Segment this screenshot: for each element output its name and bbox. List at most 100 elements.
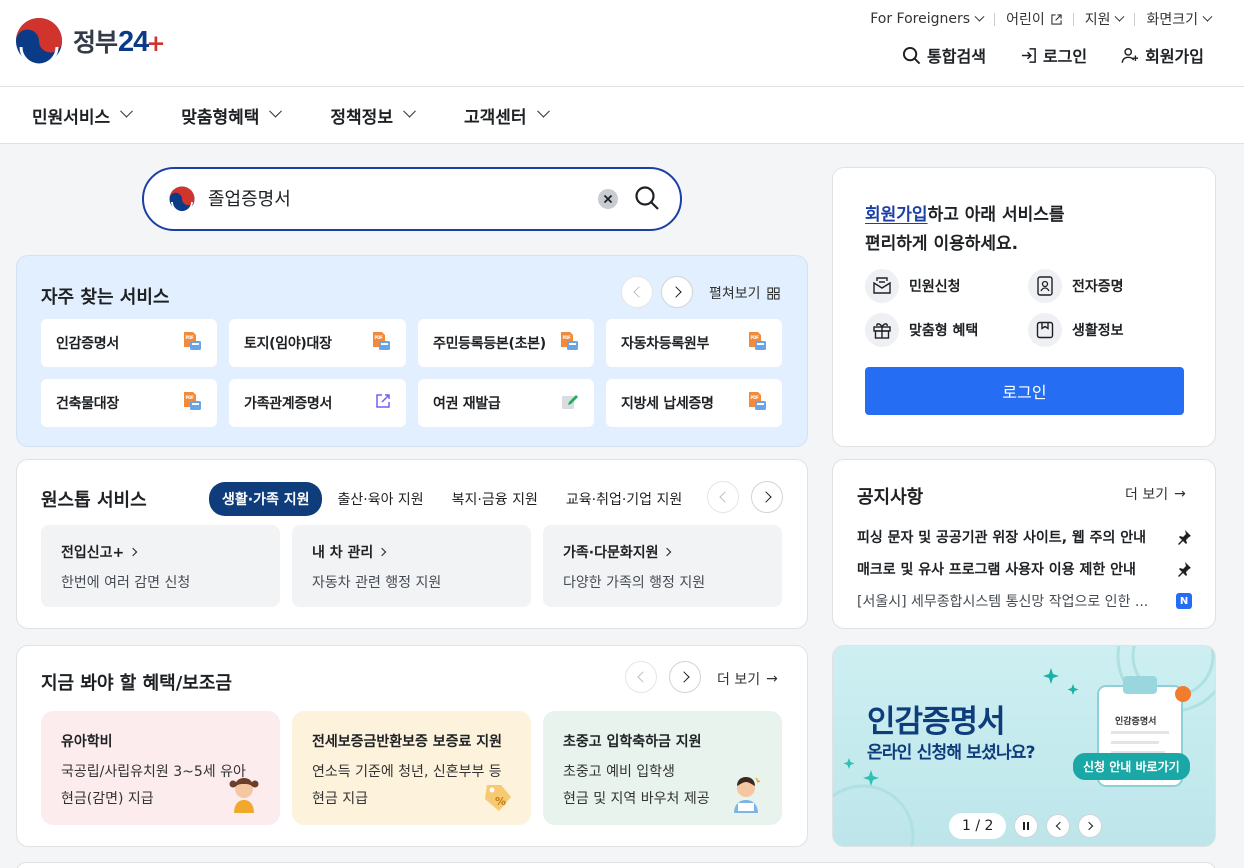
document-print-icon: PDF <box>182 331 202 355</box>
next-button[interactable] <box>669 661 701 693</box>
svg-text:PDF: PDF <box>751 395 760 400</box>
integrated-search-button[interactable]: 통합검색 <box>902 43 986 67</box>
one-stop-tabs: 생활·가족 지원 출산·육아 지원 복지·금융 지원 교육·취업·기업 지원 <box>209 482 695 516</box>
login-link[interactable]: 로그인 <box>1020 43 1087 67</box>
signup-link[interactable]: 회원가입 <box>865 205 928 225</box>
site-logo[interactable]: 정부 24 + <box>15 17 166 65</box>
quick-civil-application[interactable]: 민원신청 <box>865 269 1028 303</box>
banner-cta-button[interactable]: 신청 안내 바로가기 <box>1073 753 1190 780</box>
discount-tag-icon: % <box>485 785 511 811</box>
document-print-icon: PDF <box>747 391 767 415</box>
tab-life-family[interactable]: 생활·가족 지원 <box>209 482 323 516</box>
taegeuk-emblem-icon <box>16 18 62 65</box>
bookmark-icon <box>1036 321 1054 339</box>
chevron-down-icon <box>536 104 550 118</box>
notice-item[interactable]: [서울시] 세무종합시스템 통신망 작업으로 인한 ... N <box>857 585 1192 617</box>
login-button[interactable]: 로그인 <box>865 367 1184 415</box>
section-title: 원스톱 서비스 <box>41 490 147 511</box>
benefit-card[interactable]: 전세보증금반환보증 보증료 지원 연소득 기준에 청년, 신혼부부 등 현금 지급… <box>292 711 531 825</box>
prev-button[interactable] <box>707 481 739 513</box>
svg-text:PDF: PDF <box>563 335 572 340</box>
service-card[interactable]: 자동차등록원부 PDF <box>606 319 782 367</box>
card-title: 가족·다문화지원 <box>563 545 659 561</box>
nav-policy-info[interactable]: 정책정보 <box>330 103 416 128</box>
taegeuk-emblem-icon <box>169 186 195 212</box>
next-button[interactable] <box>661 276 693 308</box>
service-card[interactable]: 지방세 납세증명 PDF <box>606 379 782 427</box>
one-stop-panel: 원스톱 서비스 생활·가족 지원 출산·육아 지원 복지·금융 지원 교육·취업… <box>16 459 808 629</box>
tab-education-employment[interactable]: 교육·취업·기업 지원 <box>553 482 695 516</box>
banner-subtitle: 온라인 신청해 보셨나요? <box>867 743 1036 763</box>
benefit-card[interactable]: 초중고 입학축하금 지원 초중고 예비 입학생 현금 및 지역 바우처 제공 <box>543 711 782 825</box>
more-link[interactable]: 더 보기 → <box>1125 484 1186 504</box>
chevron-down-icon <box>1202 11 1213 22</box>
notice-item[interactable]: 피싱 문자 및 공공기관 위장 사이트, 웹 주의 안내 <box>857 521 1192 553</box>
utility-menu: For Foreigners 어린이 지원 화면크기 <box>859 9 1213 29</box>
chevron-right-icon <box>1084 821 1094 831</box>
benefit-card[interactable]: 유아학비 국공립/사립유치원 3~5세 유아 현금(감면) 지급 <box>41 711 280 825</box>
quick-custom-benefits[interactable]: 맞춤형 혜택 <box>865 313 1028 347</box>
chevron-down-icon <box>269 104 283 118</box>
search-icon <box>902 46 921 64</box>
login-panel: 회원가입하고 아래 서비스를 편리하게 이용하세요. 민원신청 전자증명 맞춤형… <box>832 167 1216 447</box>
quick-life-info[interactable]: 생활정보 <box>1028 313 1188 347</box>
banner-pager: 1 / 2 <box>949 813 1007 839</box>
new-badge: N <box>1176 593 1192 609</box>
service-grid: 인감증명서 PDF 토지(임야)대장 PDF 주민등록등본(초본) PDF 자동차등록원부 P… <box>41 319 782 427</box>
prev-button[interactable] <box>625 661 657 693</box>
pause-icon <box>1023 822 1030 830</box>
nav-custom-benefits[interactable]: 맞춤형혜택 <box>181 103 283 128</box>
service-card[interactable]: 주민등록등본(초본) PDF <box>418 319 594 367</box>
nav-civil-services[interactable]: 민원서비스 <box>32 103 134 128</box>
service-card[interactable]: 건축물대장 PDF <box>41 379 217 427</box>
screen-size-menu[interactable]: 화면크기 <box>1135 9 1213 29</box>
service-label: 여권 재발급 <box>433 396 501 412</box>
service-label: 건축물대장 <box>56 396 119 412</box>
next-section-edge <box>16 862 1216 868</box>
nav-customer-center[interactable]: 고객센터 <box>464 103 550 128</box>
chevron-down-icon <box>403 104 416 118</box>
service-card[interactable]: 가족관계증명서 <box>229 379 406 427</box>
main-nav: 민원서비스 맞춤형혜택 정책정보 고객센터 <box>0 87 1244 144</box>
document-print-icon: PDF <box>371 331 391 355</box>
service-card[interactable]: 인감증명서 PDF <box>41 319 217 367</box>
service-label: 자동차등록원부 <box>621 336 710 352</box>
tab-welfare-finance[interactable]: 복지·금융 지원 <box>439 482 551 516</box>
prev-button[interactable] <box>1046 814 1071 838</box>
next-button[interactable] <box>1078 814 1103 838</box>
service-card[interactable]: 토지(임야)대장 PDF <box>229 319 406 367</box>
chevron-down-icon <box>974 11 985 22</box>
promo-banner[interactable]: 인감증명서 인감증명서 온라인 신청해 보셨나요? 신청 안내 바로가기 1 /… <box>832 645 1216 847</box>
for-foreigners-menu[interactable]: For Foreigners <box>859 11 994 27</box>
chevron-down-icon <box>1115 11 1125 22</box>
signup-link[interactable]: 회원가입 <box>1121 43 1204 67</box>
service-label: 주민등록등본(초본) <box>433 336 546 352</box>
next-button[interactable] <box>751 481 783 513</box>
one-stop-card[interactable]: 내 차 관리 자동차 관련 행정 지원 <box>292 525 531 607</box>
expand-link[interactable]: 펼쳐보기 <box>709 283 780 303</box>
support-menu[interactable]: 지원 <box>1074 9 1135 29</box>
one-stop-card[interactable]: 전입신고+ 한번에 여러 감면 신청 <box>41 525 280 607</box>
clear-search-button[interactable] <box>598 189 618 209</box>
banner-card-label: 인감증명서 <box>1115 717 1157 727</box>
kids-link[interactable]: 어린이 <box>995 9 1073 29</box>
benefit-cards: 유아학비 국공립/사립유치원 3~5세 유아 현금(감면) 지급 전세보증금반환보… <box>41 711 782 825</box>
banner-title: 인감증명서 <box>867 704 1006 740</box>
notice-list: 피싱 문자 및 공공기관 위장 사이트, 웹 주의 안내 매크로 및 유사 프로… <box>857 521 1192 617</box>
svg-text:PDF: PDF <box>375 335 384 340</box>
card-title: 내 차 관리 <box>312 545 374 561</box>
card-desc: 한번에 여러 감면 신청 <box>61 575 191 591</box>
tab-birth-childcare[interactable]: 출산·육아 지원 <box>324 482 436 516</box>
notice-item[interactable]: 매크로 및 유사 프로그램 사용자 이용 제한 안내 <box>857 553 1192 585</box>
more-link[interactable]: 더 보기 → <box>717 669 778 689</box>
one-stop-card[interactable]: 가족·다문화지원 다양한 가족의 행정 지원 <box>543 525 782 607</box>
search-input[interactable] <box>208 187 588 208</box>
service-card[interactable]: 여권 재발급 <box>418 379 594 427</box>
section-title: 지금 봐야 할 혜택/보조금 <box>41 673 232 694</box>
chevron-right-icon <box>677 671 690 683</box>
benefits-panel: 지금 봐야 할 혜택/보조금 더 보기 → 유아학비 국공립/사립유치원 3~5세… <box>16 645 808 847</box>
quick-e-certificate[interactable]: 전자증명 <box>1028 269 1188 303</box>
pause-button[interactable] <box>1014 814 1039 838</box>
prev-button[interactable] <box>621 276 653 308</box>
search-button[interactable] <box>634 185 660 215</box>
